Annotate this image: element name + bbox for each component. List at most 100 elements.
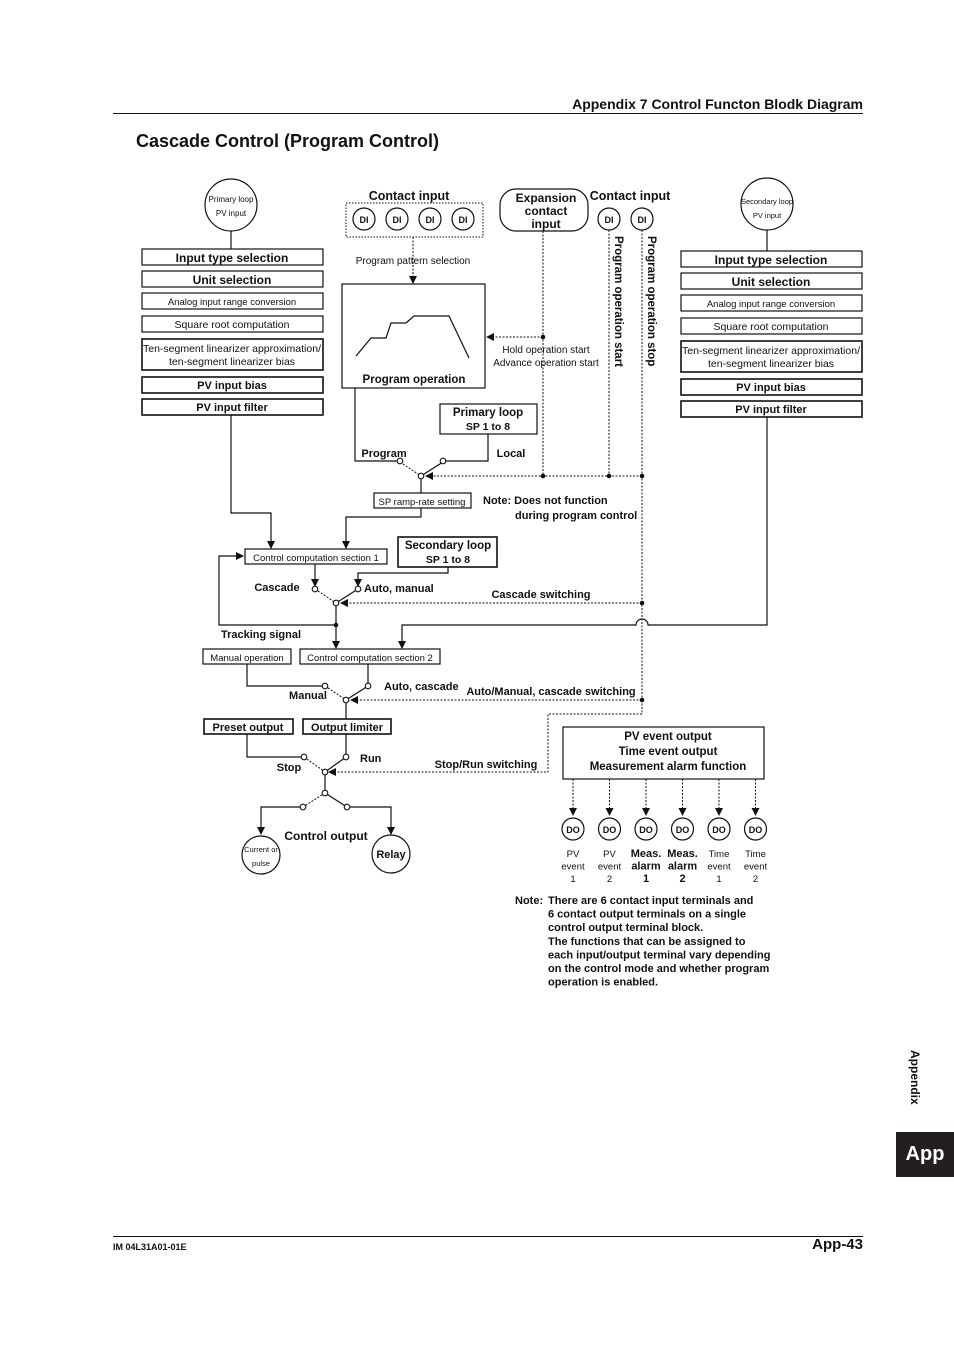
primary-sp-line2: SP 1 to 8 <box>466 421 510 433</box>
switch-contact <box>300 753 308 761</box>
contact-input-left-label: Contact input <box>369 189 450 203</box>
primary-pv-filter-label: PV input filter <box>196 402 268 414</box>
note-bottom-lines: There are 6 contact input terminals and 6… <box>548 895 770 989</box>
switch-contact <box>364 682 372 690</box>
switch-contact <box>299 803 307 811</box>
svg-text:DI: DI <box>393 215 402 225</box>
secondary-pv-filter-label: PV input filter <box>735 404 807 416</box>
do-caption: PV <box>603 849 616 860</box>
doc-id: IM 04L31A01-01E <box>113 1242 187 1252</box>
primary-input-type-label: Input type selection <box>176 251 289 265</box>
secondary-input-circle: Secondary loop PV input <box>740 177 794 231</box>
switch-closed-leg <box>324 756 347 773</box>
local-switch-label: Local <box>497 448 526 460</box>
do-caption: 2 <box>607 874 612 885</box>
auto-manual-label: Auto, manual <box>364 583 434 595</box>
advance-start-label: Advance operation start <box>493 358 599 369</box>
di-terminal: DI <box>418 207 442 231</box>
output-limiter-label: Output limiter <box>311 722 384 734</box>
primary-unit-label: Unit selection <box>193 273 272 287</box>
switch-closed-leg <box>345 685 369 701</box>
switch-open-leg <box>314 588 337 604</box>
primary-linearizer-line2: ten-segment linearizer bias <box>169 356 295 368</box>
cascade-switching-label: Cascade switching <box>491 589 590 601</box>
primary-linearizer-line1: Ten-segment linearizer approximation/ <box>143 343 321 355</box>
secondary-analog-range-label: Analog input range conversion <box>707 299 835 310</box>
secondary-linearizer-line2: ten-segment linearizer bias <box>708 358 834 370</box>
switch-closed-leg <box>335 588 359 604</box>
block-diagram: Primary loop PV input Input type selecti… <box>141 177 863 989</box>
switch-closed-leg <box>420 461 444 477</box>
primary-input-circle: Primary loop PV input <box>204 178 258 232</box>
note-bottom-line: each input/output terminal vary dependin… <box>548 949 770 961</box>
switch-pivot <box>332 599 340 607</box>
primary-pv-wire <box>230 415 275 549</box>
svg-text:DI: DI <box>426 215 435 225</box>
primary-block-stack: Input type selection Unit selection Anal… <box>141 248 324 416</box>
junction-dot <box>639 600 645 606</box>
expansion-line3: input <box>531 217 560 231</box>
switch-contact <box>396 457 404 465</box>
di-terminal: DI <box>385 207 409 231</box>
junction-dot <box>540 473 546 479</box>
page-number: App-43 <box>812 1236 863 1253</box>
note-bottom-line: operation is enabled. <box>548 977 658 989</box>
primary-sp-line1: Primary loop <box>453 407 523 419</box>
hold-start-label: Hold operation start <box>502 345 589 356</box>
switch-open-leg <box>303 756 326 773</box>
control-output-label: Control output <box>284 829 367 843</box>
switch-pivot <box>321 768 329 776</box>
svg-text:Relay: Relay <box>376 849 406 861</box>
do-caption: PV <box>567 849 580 860</box>
switch-contact <box>342 753 350 761</box>
program-operation-label: Program operation <box>363 374 466 386</box>
do-caption: event <box>561 862 585 873</box>
do-terminal-label: DO <box>712 825 726 835</box>
secondary-unit-label: Unit selection <box>732 275 811 289</box>
do-terminal-label: DO <box>639 825 653 835</box>
switch-contact <box>354 585 362 593</box>
note-sp-line2: during program control <box>515 510 637 522</box>
svg-text:DI: DI <box>459 215 468 225</box>
do-caption: Time <box>745 849 766 860</box>
do-caption: alarm <box>631 861 661 873</box>
primary-analog-range-label: Analog input range conversion <box>168 297 296 308</box>
secondary-input-type-label: Input type selection <box>715 253 828 267</box>
manual-wire <box>246 664 322 687</box>
preset-wire <box>246 734 301 758</box>
tracking-signal-label: Tracking signal <box>221 629 301 641</box>
primary-circle-line2: PV input <box>216 209 247 218</box>
note-bottom-line: The functions that can be assigned to <box>548 936 746 948</box>
expansion-line2: contact <box>525 204 568 218</box>
junction-dot <box>606 473 612 479</box>
di-terminal: DI <box>630 207 654 231</box>
switch-pivot <box>417 472 425 480</box>
relay-output: Relay <box>371 834 411 874</box>
svg-text:DI: DI <box>605 215 614 225</box>
program-operation-block <box>341 283 486 389</box>
do-caption: 2 <box>679 873 685 885</box>
secondary-pv-wire <box>398 415 768 649</box>
app-tab[interactable]: App <box>896 1132 954 1177</box>
do-caption: event <box>598 862 622 873</box>
auto-cascade-label: Auto, cascade <box>384 681 459 693</box>
switch-pivot <box>321 789 329 797</box>
secondary-sp-line2: SP 1 to 8 <box>426 554 470 566</box>
ccs2-label: Control computation section 2 <box>307 653 433 664</box>
event-line3: Measurement alarm function <box>590 761 747 773</box>
junction-dot <box>333 622 339 628</box>
ccs1-label: Control computation section 1 <box>253 553 379 564</box>
stop-label: Stop <box>277 762 302 774</box>
do-caption: 1 <box>643 873 649 885</box>
cascade-label: Cascade <box>254 582 299 594</box>
switch-contact <box>439 457 447 465</box>
svg-text:DI: DI <box>360 215 369 225</box>
am-cascade-switching-label: Auto/Manual, cascade switching <box>466 686 635 698</box>
note-bottom-line: There are 6 contact input terminals and <box>548 895 753 907</box>
manual-operation-label: Manual operation <box>210 653 283 664</box>
preset-output-label: Preset output <box>213 722 284 734</box>
do-caption: Meas. <box>631 848 662 860</box>
do-caption: alarm <box>668 861 698 873</box>
switch-open-leg <box>399 461 422 477</box>
event-line2: Time event output <box>619 746 718 758</box>
